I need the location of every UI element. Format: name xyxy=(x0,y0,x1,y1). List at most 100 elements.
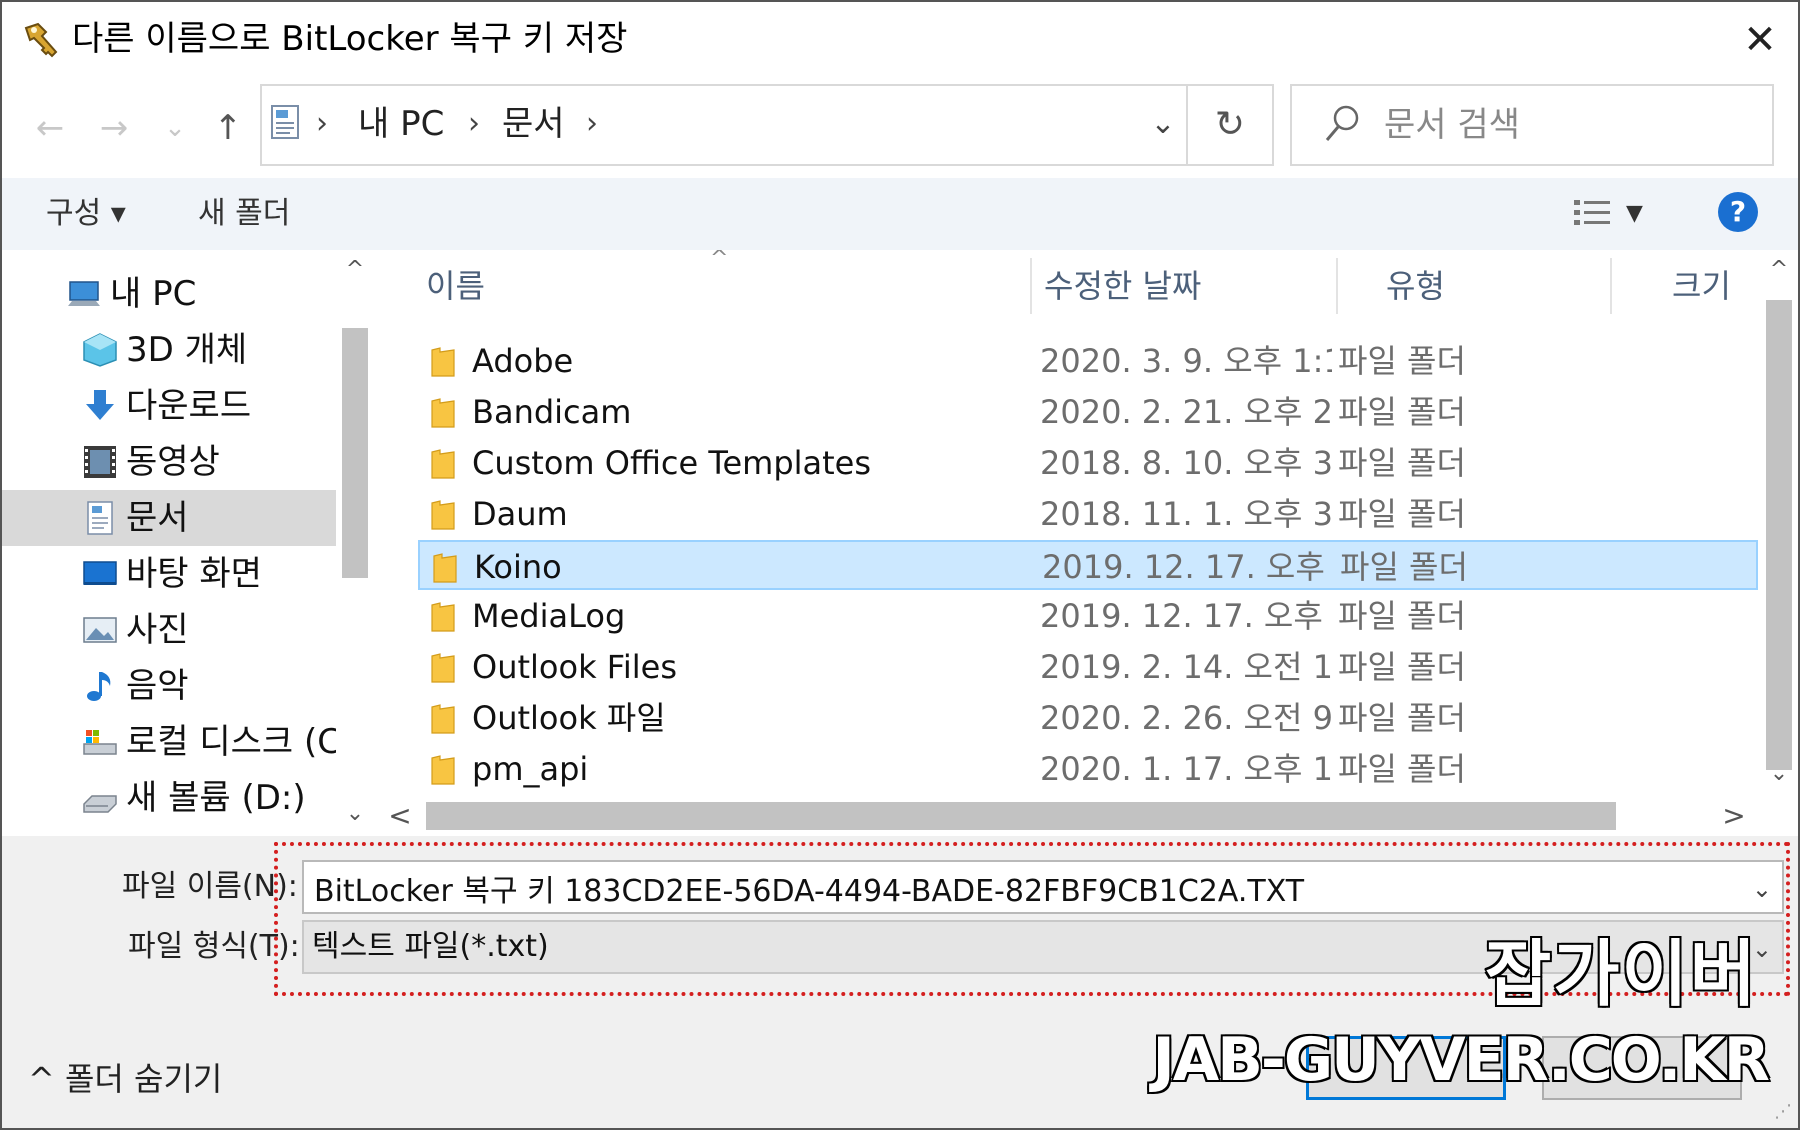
tree-item-new-volume-d[interactable]: 새 볼륨 (D:) xyxy=(2,770,336,826)
up-button[interactable]: ↑ xyxy=(206,100,250,156)
file-date: 2018. 8. 10. 오후 3:... xyxy=(1040,444,1332,482)
tree-label: 음악 xyxy=(126,666,189,706)
file-list-vertical-scrollbar[interactable]: ^ ⌄ xyxy=(1760,250,1798,796)
scroll-up-arrow[interactable]: ^ xyxy=(336,252,374,288)
filename-input[interactable] xyxy=(312,864,1736,912)
file-row-pm-api[interactable]: pm_api 2020. 1. 17. 오후 12... 파일 폴더 xyxy=(418,744,1758,794)
breadcrumb-separator[interactable]: › xyxy=(316,96,328,152)
scroll-thumb[interactable] xyxy=(342,328,368,578)
breadcrumb-separator[interactable]: › xyxy=(468,96,480,152)
search-box[interactable] xyxy=(1290,84,1774,166)
title-bar: 다른 이름으로 BitLocker 복구 키 저장 ✕ xyxy=(2,2,1798,80)
new-folder-button[interactable]: 새 폴더 xyxy=(198,186,290,242)
filename-combobox[interactable]: ⌄ xyxy=(302,860,1784,914)
pictures-icon xyxy=(83,617,117,643)
tree-label: 3D 개체 xyxy=(126,330,248,370)
column-divider[interactable] xyxy=(1610,258,1612,314)
tree-item-desktop[interactable]: 바탕 화면 xyxy=(2,546,336,602)
tree-item-videos[interactable]: 동영상 xyxy=(2,434,336,490)
column-header-date-modified[interactable]: 수정한 날짜 xyxy=(1044,250,1334,322)
scroll-right-arrow[interactable]: > xyxy=(1714,796,1754,836)
folder-icon xyxy=(431,500,455,530)
scroll-down-arrow[interactable]: ⌄ xyxy=(336,796,374,832)
tree-item-pictures[interactable]: 사진 xyxy=(2,602,336,658)
view-options-icon[interactable] xyxy=(1572,196,1612,232)
tree-label: 다운로드 xyxy=(126,386,252,426)
tree-label: 바탕 화면 xyxy=(126,554,262,594)
file-row-koino[interactable]: Koino 2019. 12. 17. 오후 4... 파일 폴더 xyxy=(418,540,1758,590)
recent-locations-button[interactable]: ⌄ xyxy=(160,100,190,156)
file-type: 파일 폴더 xyxy=(1340,548,1468,586)
pc-icon xyxy=(68,281,100,306)
column-divider[interactable] xyxy=(1030,258,1032,314)
file-row-daum[interactable]: Daum 2018. 11. 1. 오후 3:... 파일 폴더 xyxy=(418,489,1758,539)
folder-icon xyxy=(431,398,455,428)
folder-icon xyxy=(431,755,455,785)
command-bar: 구성 ▾ 새 폴더 ▼ ? xyxy=(2,178,1798,250)
column-header-name[interactable]: 이름 xyxy=(426,250,996,322)
filename-label: 파일 이름(N): xyxy=(122,869,298,904)
watermark-url: JAB-GUYVER.CO.KR xyxy=(1151,1024,1772,1097)
scroll-down-arrow[interactable]: ⌄ xyxy=(1760,754,1798,794)
filename-dropdown-button[interactable]: ⌄ xyxy=(1752,866,1772,912)
breadcrumb-this-pc[interactable]: 내 PC xyxy=(358,96,444,152)
tree-item-music[interactable]: 음악 xyxy=(2,658,336,714)
file-row-outlook-files[interactable]: Outlook Files 2019. 2. 14. 오전 10... 파일 폴… xyxy=(418,642,1758,692)
close-button[interactable]: ✕ xyxy=(1730,12,1790,68)
scroll-thumb[interactable] xyxy=(1766,300,1792,770)
file-date: 2019. 12. 17. 오후 4... xyxy=(1042,548,1334,586)
breadcrumb-documents[interactable]: 문서 xyxy=(502,96,565,152)
breadcrumb-separator[interactable]: › xyxy=(586,96,598,152)
tree-item-local-disk-c[interactable]: 로컬 디스크 (C xyxy=(2,714,336,770)
address-dropdown-button[interactable]: ⌄ xyxy=(1138,96,1188,152)
watermark-korean: 잡가이버 xyxy=(1484,931,1758,1018)
file-name: Daum xyxy=(472,495,568,533)
resize-grip-icon[interactable]: ⋰ xyxy=(1774,1101,1792,1122)
window-title: 다른 이름으로 BitLocker 복구 키 저장 xyxy=(72,19,628,59)
tree-item-3d-objects[interactable]: 3D 개체 xyxy=(2,322,336,378)
folder-icon xyxy=(433,553,457,583)
organize-menu[interactable]: 구성 ▾ xyxy=(46,186,126,242)
refresh-button[interactable]: ↻ xyxy=(1186,86,1272,164)
file-row-bandicam[interactable]: Bandicam 2020. 2. 21. 오후 2:... 파일 폴더 xyxy=(418,387,1758,437)
address-bar[interactable]: › 내 PC › 문서 › ⌄ ↻ xyxy=(260,84,1274,166)
video-icon xyxy=(84,446,116,478)
file-row-custom-office-templates[interactable]: Custom Office Templates 2018. 8. 10. 오후 … xyxy=(418,438,1758,488)
tree-item-this-pc[interactable]: 내 PC xyxy=(2,266,336,322)
scroll-left-arrow[interactable]: < xyxy=(380,796,420,836)
hide-folders-toggle[interactable]: ^ 폴더 숨기기 xyxy=(28,1054,222,1104)
file-type: 파일 폴더 xyxy=(1338,750,1466,788)
file-date: 2020. 1. 17. 오후 12... xyxy=(1040,750,1332,788)
navigation-pane-scrollbar[interactable]: ^ ⌄ xyxy=(336,250,374,836)
search-input[interactable] xyxy=(1382,96,1756,154)
column-header-size[interactable]: 크기 xyxy=(1672,250,1760,322)
file-name: Bandicam xyxy=(472,393,632,431)
download-icon xyxy=(86,390,114,420)
file-type: 파일 폴더 xyxy=(1338,597,1466,635)
folder-icon xyxy=(431,704,455,734)
help-button[interactable]: ? xyxy=(1718,192,1758,232)
folder-icon xyxy=(431,602,455,632)
music-icon xyxy=(87,672,111,701)
column-header-type[interactable]: 유형 xyxy=(1386,250,1606,322)
file-row-adobe[interactable]: Adobe 2020. 3. 9. 오후 1:15 파일 폴더 xyxy=(418,336,1758,386)
back-button[interactable]: ← xyxy=(28,100,72,156)
tree-item-documents[interactable]: 문서 xyxy=(2,490,336,546)
scroll-up-arrow[interactable]: ^ xyxy=(1760,250,1798,290)
tree-label: 동영상 xyxy=(126,442,220,482)
file-list-horizontal-scrollbar[interactable]: < > xyxy=(380,796,1760,836)
file-type: 파일 폴더 xyxy=(1338,393,1466,431)
tree-label: 사진 xyxy=(126,610,189,650)
view-dropdown-button[interactable]: ▼ xyxy=(1626,186,1643,242)
tree-item-downloads[interactable]: 다운로드 xyxy=(2,378,336,434)
navigation-pane: 내 PC 3D 개체 다운로드 동영상 문서 바탕 화면 사진 음악 로컬 디스… xyxy=(2,250,374,836)
forward-button[interactable]: → xyxy=(92,100,136,156)
bitlocker-key-icon xyxy=(24,22,58,58)
file-name: Adobe xyxy=(472,342,574,380)
file-date: 2020. 2. 26. 오전 9:... xyxy=(1040,699,1332,737)
file-row-medialog[interactable]: MediaLog 2019. 12. 17. 오후 4... 파일 폴더 xyxy=(418,591,1758,641)
file-row-outlook-pail[interactable]: Outlook 파일 2020. 2. 26. 오전 9:... 파일 폴더 xyxy=(418,693,1758,743)
column-divider[interactable] xyxy=(1336,258,1338,314)
file-name: Outlook Files xyxy=(472,648,677,686)
scroll-thumb[interactable] xyxy=(426,802,1616,830)
